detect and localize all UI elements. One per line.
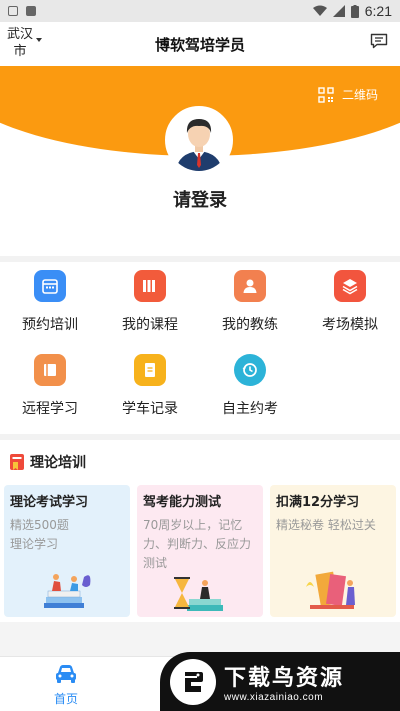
course-card-12-points[interactable]: 扣满12分学习 精选秘卷 轻松过关 [270, 485, 396, 617]
function-item-booking[interactable]: 预约培训 [0, 270, 100, 334]
card-title: 扣满12分学习 [276, 495, 360, 510]
function-label: 自主约考 [222, 401, 278, 417]
book-icon [34, 354, 66, 386]
clock: 6:21 [364, 3, 392, 19]
function-label: 预约培训 [22, 317, 78, 333]
function-label: 我的课程 [122, 317, 178, 333]
notepad-icon [134, 354, 166, 386]
nav-bar: 武汉市 博软驾培学员 [0, 22, 400, 66]
wifi-icon [312, 5, 327, 16]
calendar-icon [34, 270, 66, 302]
books-icon [134, 270, 166, 302]
function-label: 学车记录 [122, 401, 178, 417]
user-avatar-icon [168, 109, 230, 171]
course-card-theory[interactable]: 理论考试学习 精选500题 理论学习 [4, 485, 130, 617]
function-item-records[interactable]: 学车记录 [100, 354, 200, 418]
tab-home-label: 首页 [53, 692, 78, 706]
qr-code-label: 二维码 [341, 88, 378, 102]
notification-a-icon [26, 6, 36, 16]
function-label: 我的教练 [222, 317, 278, 333]
card-description: 70周岁以上，记忆力、判断力、反应力测试 [143, 518, 252, 570]
function-item-self-exam[interactable]: 自主约考 [200, 354, 300, 418]
car-icon [56, 665, 76, 683]
function-label: 远程学习 [22, 401, 78, 417]
qr-code-icon [318, 86, 334, 103]
page-title: 博软驾培学员 [154, 36, 245, 54]
profile-header: 二维码 请登录 [0, 66, 400, 256]
notification-icon [8, 6, 18, 16]
book-icon [10, 454, 24, 470]
card-title: 理论考试学习 [10, 495, 89, 510]
theory-section: 理论培训 理论考试学习 精选500题 理论学习 驾考能力测试 70周岁以上，记忆… [0, 440, 400, 620]
person-icon [234, 270, 266, 302]
login-link[interactable]: 请登录 [0, 186, 400, 212]
battery-icon [350, 4, 359, 18]
status-bar: 6:21 [0, 0, 400, 22]
avatar[interactable] [165, 106, 233, 174]
function-item-exam-sim[interactable]: 考场模拟 [300, 270, 400, 334]
books-illustration [306, 571, 355, 609]
course-card-ability-test[interactable]: 驾考能力测试 70周岁以上，记忆力、判断力、反应力测试 [137, 485, 263, 617]
watermark: 下载鸟资源 www.xiazainiao.com [160, 652, 400, 711]
function-item-courses[interactable]: 我的课程 [100, 270, 200, 334]
card-title: 驾考能力测试 [143, 495, 222, 510]
function-item-remote[interactable]: 远程学习 [0, 354, 100, 418]
card-description: 精选秘卷 轻松过关 [276, 518, 376, 532]
layers-icon [334, 270, 366, 302]
message-icon[interactable] [370, 33, 388, 49]
watermark-url: www.xiazainiao.com [224, 692, 324, 703]
function-item-coach[interactable]: 我的教练 [200, 270, 300, 334]
history-icon [234, 354, 266, 386]
study-illustration [44, 574, 91, 608]
qr-code-button[interactable]: 二维码 [318, 86, 378, 103]
hourglass-illustration [174, 577, 223, 611]
tab-home[interactable]: 首页 [40, 664, 92, 707]
watermark-title: 下载鸟资源 [224, 666, 345, 691]
bottom-spacer [0, 622, 400, 656]
section-title: 理论培训 [10, 452, 86, 472]
function-label: 考场模拟 [322, 317, 378, 333]
signal-icon [332, 5, 345, 17]
watermark-logo [170, 658, 216, 705]
card-description: 精选500题 理论学习 [10, 518, 69, 551]
function-grid: 预约培训 我的课程 我的教练 考场模拟 远程学习 学车记录 自主约考 [0, 262, 400, 434]
section-title-text: 理论培训 [30, 455, 86, 471]
